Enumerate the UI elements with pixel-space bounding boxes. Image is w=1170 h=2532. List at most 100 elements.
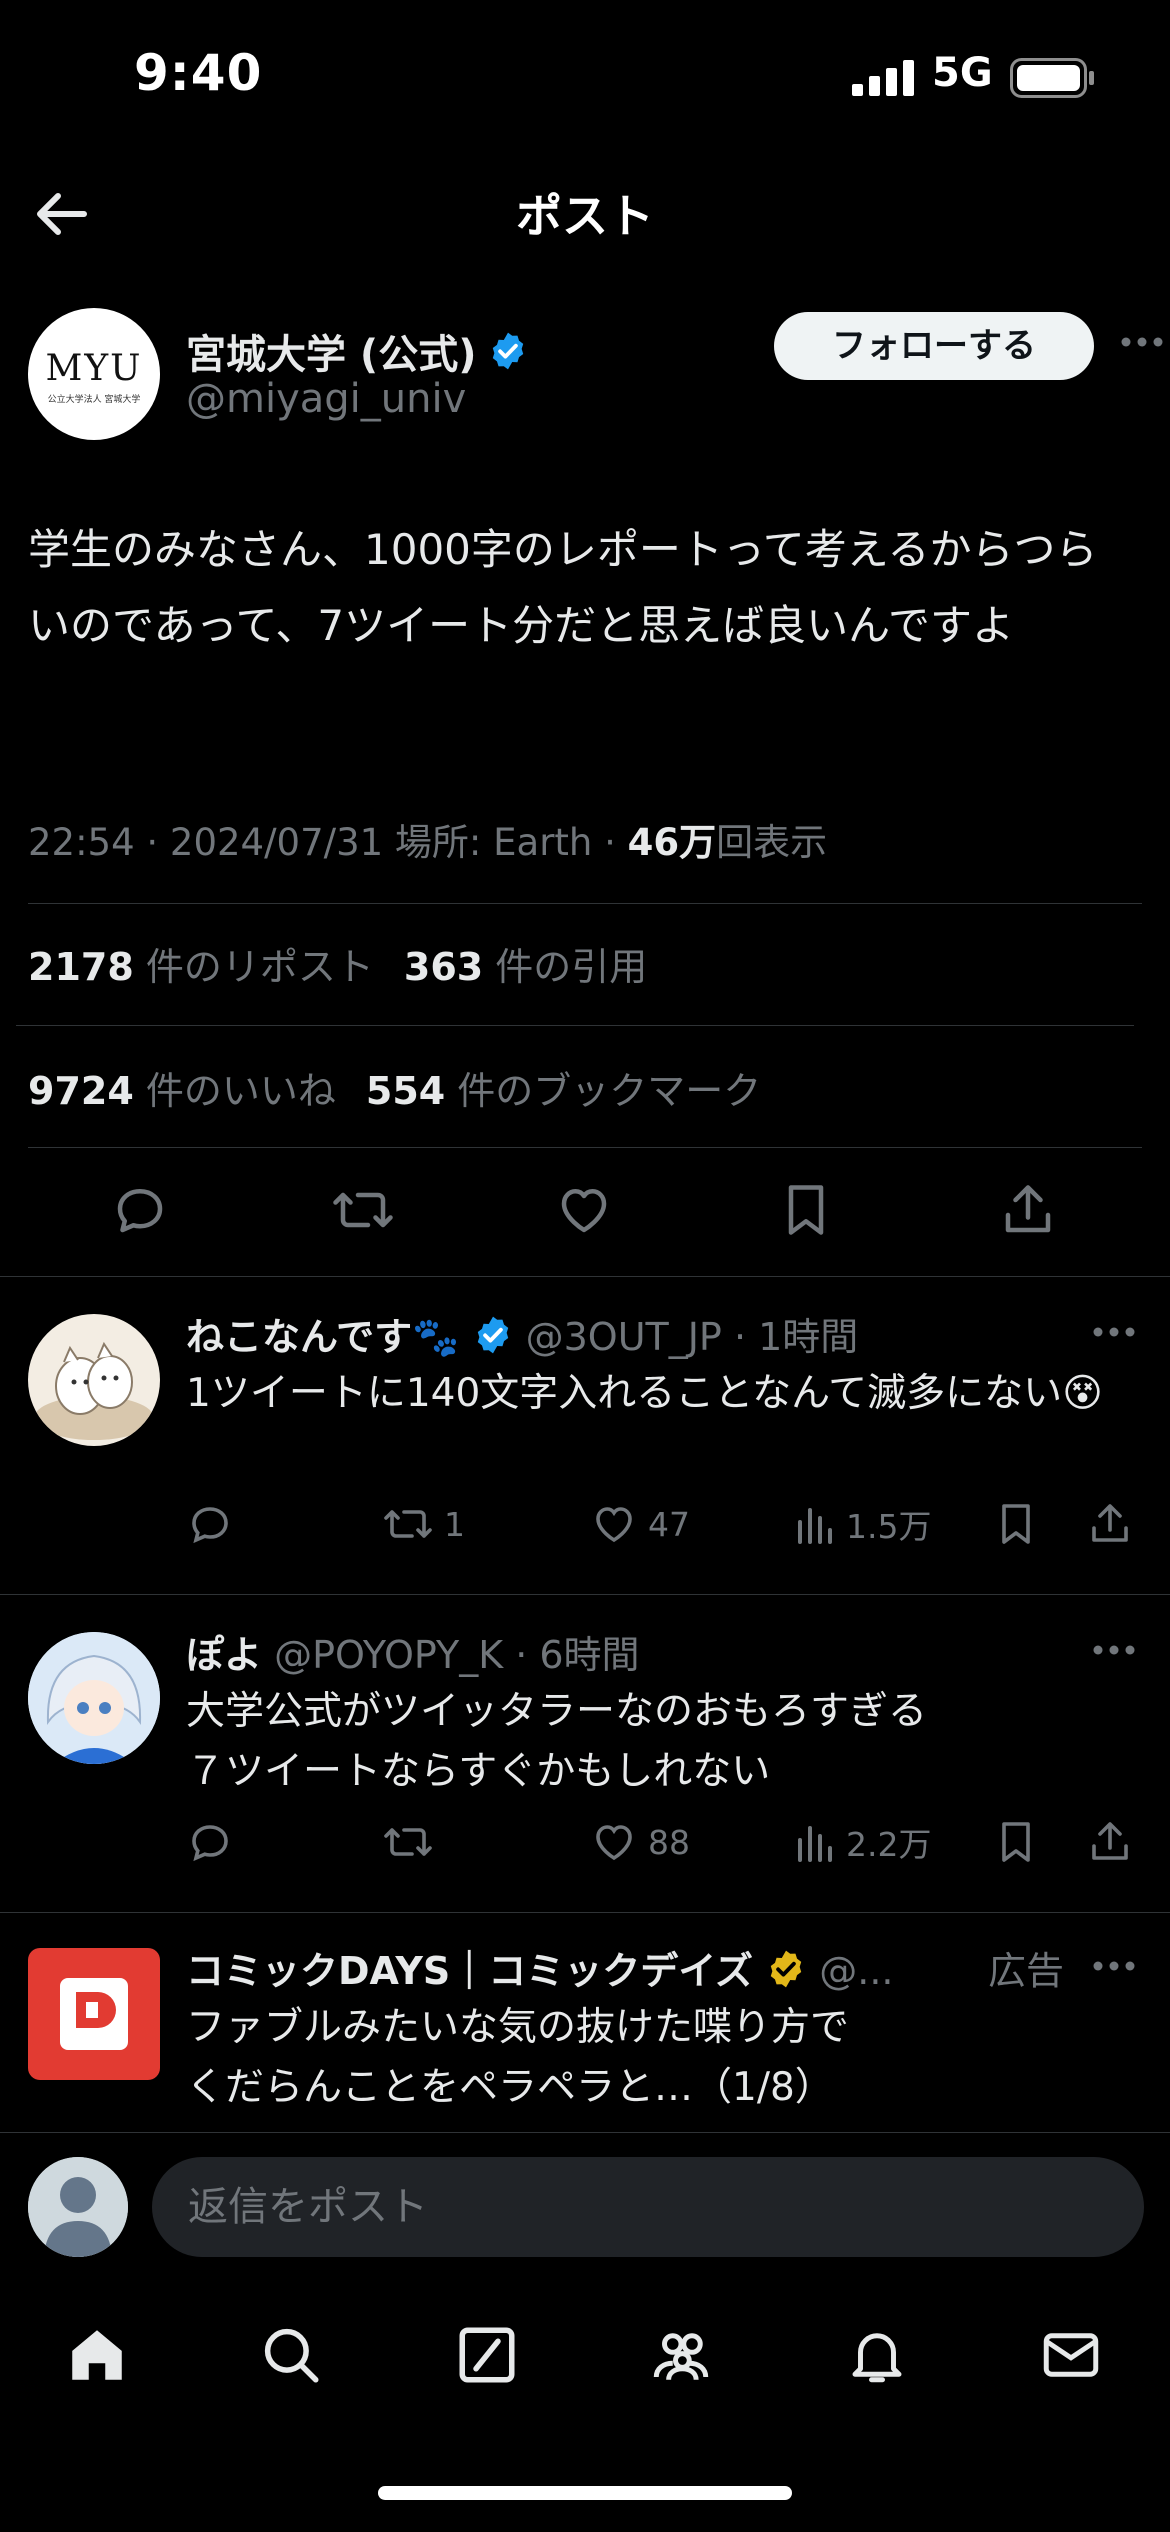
reply-composer: 返信をポスト	[0, 2132, 1170, 2282]
reply-button[interactable]	[186, 1818, 234, 1866]
reply-text: 大学公式がツイッタラーなのおもろすぎる ７ツイートならすぐかもしれない	[186, 1682, 1136, 1802]
share-icon	[1092, 1822, 1128, 1860]
reply-icon	[192, 1825, 228, 1862]
bookmarks-count: 554	[365, 1069, 446, 1113]
home-indicator	[378, 2486, 792, 2500]
views-label: 回表示	[716, 821, 828, 864]
views-count: 1.5万	[846, 1507, 932, 1546]
default-avatar-icon	[28, 2157, 128, 2257]
post-meta: 22:54 · 2024/07/31 場所: Earth · 46万回表示	[28, 812, 827, 866]
reply-time: · 1時間	[733, 1315, 859, 1359]
divider	[28, 903, 1142, 904]
repost-icon	[384, 1510, 432, 1538]
user-avatar[interactable]	[28, 2157, 128, 2257]
views-button[interactable]: 2.2万	[792, 1818, 931, 1866]
like-button[interactable]: 47	[590, 1500, 690, 1548]
repost-icon[interactable]	[330, 1180, 396, 1240]
views-count: 46万	[627, 821, 717, 864]
reply-action-bar: 88 2.2万	[186, 1818, 1146, 1878]
home-icon[interactable]	[64, 2322, 130, 2388]
bookmark-button[interactable]	[994, 1818, 1038, 1866]
more-options-icon[interactable]	[1120, 336, 1164, 348]
share-icon[interactable]	[998, 1180, 1058, 1240]
share-icon	[1092, 1504, 1128, 1542]
reply-input[interactable]: 返信をポスト	[152, 2157, 1144, 2257]
post-timestamp-location: 22:54 · 2024/07/31 場所: Earth ·	[28, 821, 628, 864]
views-chart-icon	[798, 1826, 832, 1862]
anime-avatar-image	[28, 1632, 160, 1764]
like-count: 88	[648, 1822, 690, 1862]
divider	[16, 1025, 1134, 1026]
views-chart-icon	[798, 1508, 832, 1544]
grok-icon[interactable]	[454, 2322, 520, 2388]
views-count: 2.2万	[846, 1825, 932, 1864]
reply-author-handle[interactable]: @3OUT_JP	[526, 1315, 722, 1359]
avatar[interactable]: MYU 公立大学法人 宮城大学	[28, 308, 160, 440]
bookmark-icon	[1002, 1822, 1030, 1862]
reply-item[interactable]: ねこなんです🐾 @3OUT_JP · 1時間 1ツイートに140文字入れることな…	[0, 1276, 1170, 1594]
reposts-label: 件のリポスト	[145, 945, 374, 989]
bookmark-icon	[1002, 1504, 1030, 1544]
reply-text-line: 大学公式がツイッタラーなのおもろすぎる	[186, 1689, 928, 1734]
ad-item[interactable]: コミックDAYS｜コミックデイズ @... 広告 ファブルみたいな気の抜けた喋り…	[0, 1912, 1170, 2132]
like-count: 47	[648, 1504, 690, 1544]
repost-quote-stats: 2178 件のリポスト 363 件の引用	[28, 936, 647, 991]
notifications-bell-icon[interactable]	[844, 2322, 910, 2388]
share-button[interactable]	[1086, 1818, 1134, 1866]
more-options-icon[interactable]	[1092, 1644, 1136, 1656]
author-name-row[interactable]: 宮城大学 (公式)	[186, 322, 529, 380]
author-handle[interactable]: @miyagi_univ	[186, 376, 466, 422]
communities-icon[interactable]	[648, 2322, 714, 2388]
status-time: 9:40	[134, 44, 263, 102]
reply-text: 1ツイートに140文字入れることなんて滅多にない😵	[186, 1371, 1103, 1416]
quotes-stat[interactable]: 363 件の引用	[404, 945, 647, 989]
repost-button[interactable]: 1	[382, 1500, 465, 1548]
network-label: 5G	[932, 50, 993, 96]
reply-header: ぽよ @POYOPY_K · 6時間	[186, 1624, 640, 1679]
reply-author-handle[interactable]: @POYOPY_K	[274, 1633, 503, 1677]
reply-header: ねこなんです🐾 @3OUT_JP · 1時間	[186, 1306, 858, 1361]
messages-mail-icon[interactable]	[1038, 2322, 1104, 2388]
reply-icon[interactable]	[110, 1180, 170, 1240]
likes-stat[interactable]: 9724 件のいいね	[28, 1069, 336, 1113]
divider	[28, 1147, 1142, 1148]
avatar[interactable]	[28, 1314, 160, 1446]
reply-text-line: ７ツイートならすぐかもしれない	[186, 1749, 771, 1794]
ad-avatar[interactable]	[28, 1948, 160, 2080]
verified-badge-icon	[492, 332, 523, 370]
reposts-stat[interactable]: 2178 件のリポスト	[28, 945, 374, 989]
search-icon[interactable]	[258, 2322, 324, 2388]
avatar-logo-text: MYU	[45, 348, 143, 389]
reposts-count: 2178	[28, 945, 134, 989]
reply-icon	[192, 1507, 228, 1544]
quotes-count: 363	[403, 945, 484, 989]
ad-author-handle[interactable]: @...	[819, 1949, 893, 1993]
like-button[interactable]: 88	[590, 1818, 690, 1866]
views-button[interactable]: 1.5万	[792, 1500, 931, 1548]
quotes-label: 件の引用	[495, 945, 648, 989]
more-options-icon[interactable]	[1092, 1326, 1136, 1338]
post-action-bar	[0, 1160, 1170, 1260]
reply-item[interactable]: ぽよ @POYOPY_K · 6時間 大学公式がツイッタラーなのおもろすぎる ７…	[0, 1594, 1170, 1912]
share-button[interactable]	[1086, 1500, 1134, 1548]
like-heart-icon[interactable]	[554, 1180, 614, 1240]
reply-action-bar: 1 47 1.5万	[186, 1500, 1146, 1560]
more-options-icon[interactable]	[1092, 1960, 1136, 1972]
reply-author-name[interactable]: ねこなんです🐾	[186, 1315, 459, 1359]
comic-days-logo-icon	[60, 1978, 128, 2050]
reply-author-name[interactable]: ぽよ	[186, 1633, 262, 1677]
follow-button[interactable]: フォローする	[774, 312, 1094, 380]
post-author: MYU 公立大学法人 宮城大学 宮城大学 (公式) @miyagi_univ フ…	[28, 308, 1163, 448]
verified-badge-icon	[477, 1316, 508, 1354]
bookmark-button[interactable]	[994, 1500, 1038, 1548]
cat-avatar-image	[34, 1341, 154, 1440]
ad-author-name[interactable]: コミックDAYS｜コミックデイズ	[186, 1949, 753, 1993]
ad-label: 広告	[988, 1949, 1065, 1993]
bookmark-icon[interactable]	[778, 1180, 834, 1240]
repost-button[interactable]	[382, 1818, 434, 1866]
reply-button[interactable]	[186, 1500, 234, 1548]
ad-header: コミックDAYS｜コミックデイズ @...	[186, 1940, 1056, 1995]
avatar[interactable]	[28, 1632, 160, 1764]
verified-gold-badge-icon	[770, 1950, 802, 1988]
bookmarks-stat[interactable]: 554 件のブックマーク	[366, 1069, 761, 1113]
